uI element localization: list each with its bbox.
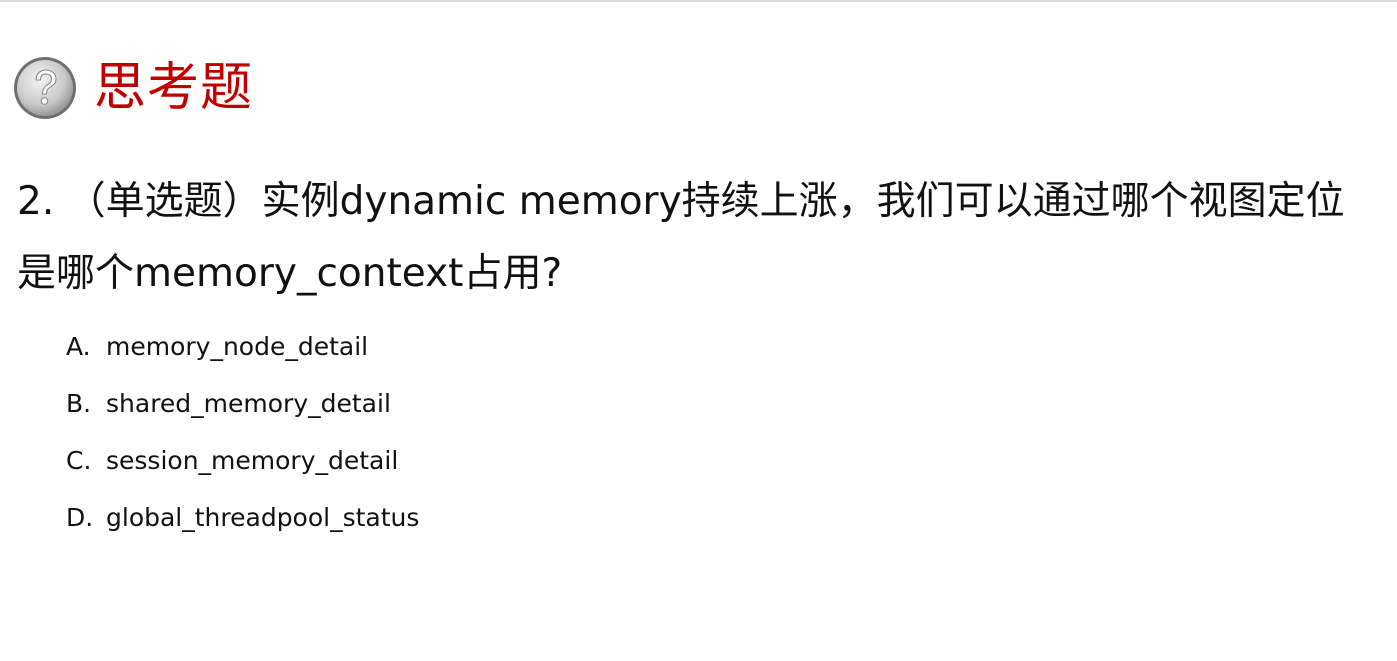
answer-options: A. memory_node_detail B. shared_memory_d…: [66, 318, 419, 546]
page-title: 思考题: [94, 58, 254, 118]
option-text: shared_memory_detail: [106, 389, 391, 418]
top-divider: [0, 0, 1397, 2]
option-a: A. memory_node_detail: [66, 318, 419, 375]
option-letter: D.: [66, 503, 94, 532]
option-b: B. shared_memory_detail: [66, 375, 419, 432]
question-mark-icon: [14, 57, 76, 119]
option-d: D. global_threadpool_status: [66, 489, 419, 546]
option-letter: B.: [66, 389, 92, 418]
option-letter: C.: [66, 446, 92, 475]
option-text: session_memory_detail: [106, 446, 399, 475]
option-letter: A.: [66, 332, 91, 361]
question-text: 2. （单选题）实例dynamic memory持续上涨，我们可以通过哪个视图定…: [17, 179, 1345, 296]
slide-header: 思考题: [12, 52, 253, 124]
option-c: C. session_memory_detail: [66, 432, 419, 489]
option-text: memory_node_detail: [106, 332, 369, 361]
option-text: global_threadpool_status: [106, 503, 420, 532]
